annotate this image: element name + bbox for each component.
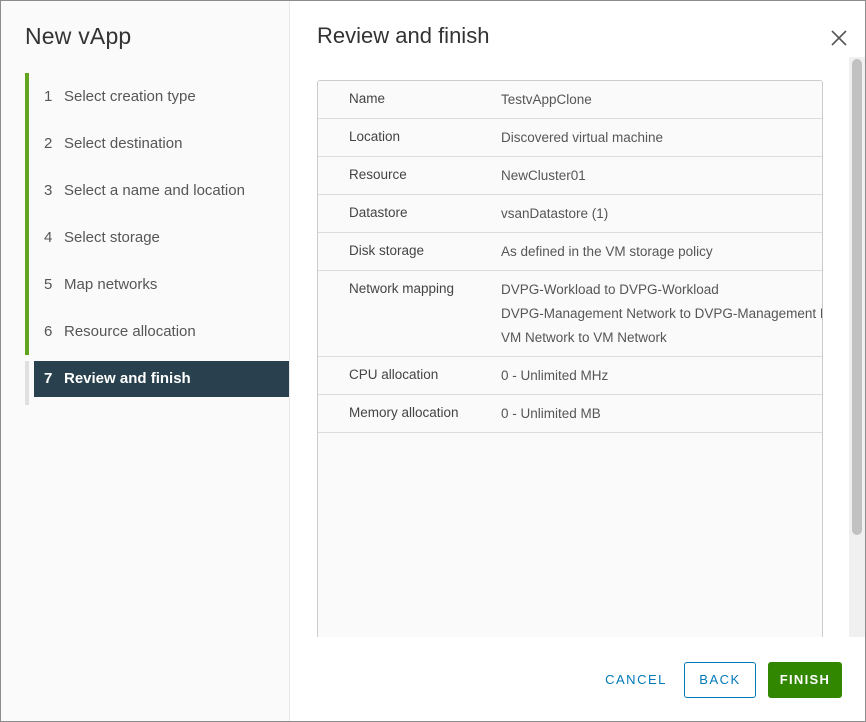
step-label: Select storage (64, 229, 160, 246)
step-map-networks[interactable]: 5 Map networks (25, 261, 289, 308)
step-review-and-finish[interactable]: 7 Review and finish (34, 361, 289, 397)
summary-value-line: DVPG-Workload to DVPG-Workload (501, 282, 719, 297)
step-select-creation-type[interactable]: 1 Select creation type (25, 73, 289, 120)
step-select-name-and-location[interactable]: 3 Select a name and location (25, 167, 289, 214)
page-title: Review and finish (317, 23, 490, 48)
scrollbar-thumb[interactable] (852, 59, 862, 535)
step-track-tail (25, 397, 289, 405)
step-number: 1 (44, 88, 53, 105)
summary-value-line: 0 - Unlimited MHz (501, 368, 609, 383)
summary-value: As defined in the VM storage policy (501, 243, 822, 260)
summary-row-memory-allocation: Memory allocation 0 - Unlimited MB (318, 395, 822, 433)
step-number: 5 (44, 276, 53, 293)
summary-value-line: VM Network to VM Network (501, 330, 667, 345)
step-select-destination[interactable]: 2 Select destination (25, 120, 289, 167)
wizard-title: New vApp (25, 23, 132, 49)
new-vapp-dialog: New vApp 1 Select creation type 2 Select d… (0, 0, 866, 722)
step-number: 3 (44, 182, 53, 199)
summary-key: Disk storage (349, 243, 425, 258)
step-select-storage[interactable]: 4 Select storage (25, 214, 289, 261)
summary-value: vsanDatastore (1) (501, 205, 822, 222)
summary-key: Location (349, 129, 401, 144)
summary-value-line: 0 - Unlimited MB (501, 406, 601, 421)
summary-row-location: Location Discovered virtual machine (318, 119, 822, 157)
step-number: 6 (44, 323, 53, 340)
summary-value: Discovered virtual machine (501, 129, 822, 146)
close-button[interactable] (828, 27, 850, 49)
step-review-and-finish-wrap: 7 Review and finish (25, 361, 289, 397)
back-button[interactable]: BACK (684, 662, 756, 698)
step-number: 4 (44, 229, 53, 246)
step-resource-allocation[interactable]: 6 Resource allocation (25, 308, 289, 355)
step-number: 7 (44, 370, 53, 387)
step-label: Resource allocation (64, 323, 196, 340)
summary-value-line: TestvAppClone (501, 92, 592, 107)
step-label: Map networks (64, 276, 158, 293)
summary-row-name: Name TestvAppClone (318, 81, 822, 119)
summary-row-cpu-allocation: CPU allocation 0 - Unlimited MHz (318, 357, 822, 395)
summary-value: TestvAppClone (501, 91, 822, 108)
summary-key: Resource (349, 167, 407, 182)
summary-value: NewCluster01 (501, 167, 822, 184)
review-summary: Name TestvAppClone Location Discovered v… (317, 80, 823, 642)
close-icon (831, 30, 847, 46)
step-number: 2 (44, 135, 53, 152)
summary-value: 0 - Unlimited MB (501, 405, 822, 422)
summary-key: Network mapping (349, 281, 455, 296)
wizard-steps: 1 Select creation type 2 Select destinatio… (25, 73, 289, 405)
summary-key: Datastore (349, 205, 408, 220)
summary-key: Name (349, 91, 386, 106)
cancel-button[interactable]: CANCEL (596, 662, 676, 698)
summary-row-network-mapping: Network mapping DVPG-Workload to DVPG-Wo… (318, 271, 822, 357)
step-label: Select a name and location (64, 182, 245, 199)
summary-row-resource: Resource NewCluster01 (318, 157, 822, 195)
wizard-footer: CANCEL BACK FINISH (290, 637, 865, 721)
step-label: Review and finish (64, 370, 191, 387)
summary-value: 0 - Unlimited MHz (501, 367, 822, 384)
summary-value-line: As defined in the VM storage policy (501, 244, 713, 259)
summary-value-line: NewCluster01 (501, 168, 586, 183)
summary-value-line: DVPG-Management Network to DVPG-Manageme… (501, 306, 822, 321)
summary-key: Memory allocation (349, 405, 459, 420)
step-label: Select creation type (64, 88, 196, 105)
summary-value-line: vsanDatastore (1) (501, 206, 609, 221)
step-label: Select destination (64, 135, 183, 152)
summary-value-line: Discovered virtual machine (501, 130, 664, 145)
summary-row-datastore: Datastore vsanDatastore (1) (318, 195, 822, 233)
summary-value: DVPG-Workload to DVPG-Workload DVPG-Mana… (501, 281, 822, 346)
summary-key: CPU allocation (349, 367, 439, 382)
wizard-sidebar: New vApp 1 Select creation type 2 Select d… (1, 1, 290, 721)
wizard-content: Review and finish Name TestvAppClone Loc… (290, 1, 865, 721)
finish-button[interactable]: FINISH (768, 662, 842, 698)
summary-row-disk-storage: Disk storage As defined in the VM storag… (318, 233, 822, 271)
